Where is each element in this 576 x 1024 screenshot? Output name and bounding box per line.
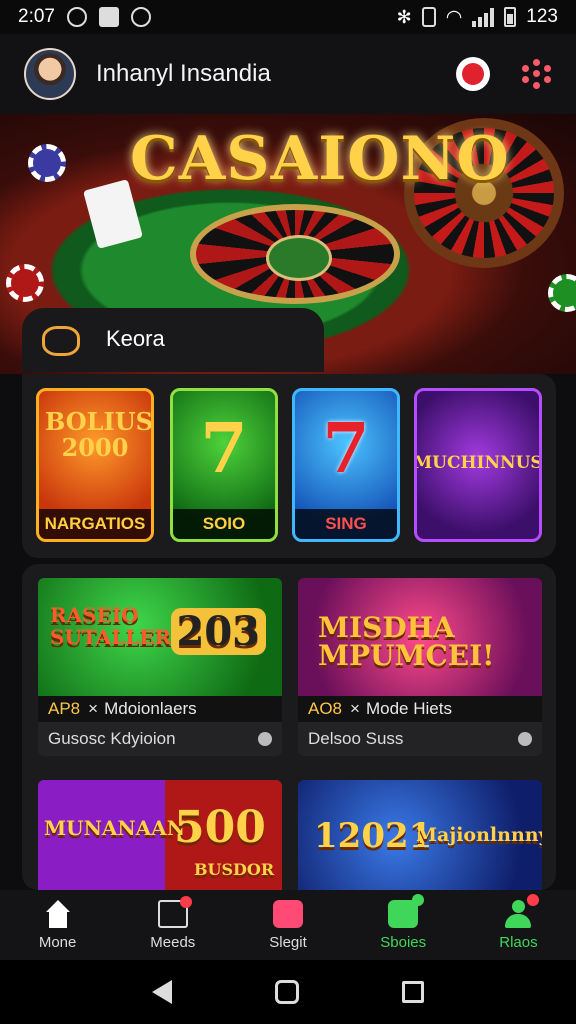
featured-tile[interactable]: BOLIUS 2000 NARGATIOS xyxy=(36,388,154,542)
menu-dots-icon[interactable] xyxy=(522,59,552,89)
crown-icon xyxy=(42,326,80,356)
status-bar: 2:07 ✻ ◠ 123 xyxy=(0,0,576,34)
home-nav-icon[interactable] xyxy=(274,980,299,1004)
games-icon xyxy=(388,893,425,928)
signal-icon xyxy=(472,7,495,27)
featured-tile[interactable]: MUCHINNUS xyxy=(414,388,542,542)
info-icon[interactable] xyxy=(258,732,272,746)
info-icon[interactable] xyxy=(518,732,532,746)
game-card[interactable]: MUNANAAN 500 BUSDOR xyxy=(38,780,282,890)
game-grid: RASEIO SUTALLER 203 AP8 × Mdoionlaers Gus… xyxy=(22,564,556,890)
tab-home[interactable]: Mone xyxy=(0,890,115,960)
app-header: Inhanyl Insandia xyxy=(0,34,576,114)
profile-icon xyxy=(503,893,540,928)
table-wheel-graphic xyxy=(190,204,400,304)
back-icon[interactable] xyxy=(151,980,172,1004)
tab-rlaos[interactable]: Rlaos xyxy=(461,890,576,960)
avatar[interactable] xyxy=(24,48,76,100)
featured-tile[interactable]: 7 SOIO xyxy=(170,388,278,542)
featured-tile[interactable]: 7 SING xyxy=(292,388,400,542)
recents-icon[interactable] xyxy=(402,981,425,1003)
bluetooth-icon: ✻ xyxy=(396,6,412,27)
user-name: Inhanyl Insandia xyxy=(96,60,271,87)
chip-graphic xyxy=(28,144,66,182)
game-art: 12021 Majionlnnnys xyxy=(298,780,542,890)
game-art: MUNANAAN 500 BUSDOR xyxy=(38,780,282,890)
section-label: Keora xyxy=(106,326,165,351)
game-card[interactable]: RASEIO SUTALLER 203 AP8 × Mdoionlaers Gus… xyxy=(38,578,282,756)
wifi-icon: ◠ xyxy=(445,6,463,28)
record-button[interactable] xyxy=(456,57,490,91)
bottom-tab-bar: Mone Meeds Slegit Sboies Rlaos xyxy=(0,890,576,960)
section-tab[interactable]: Keora xyxy=(22,308,324,372)
record-icon xyxy=(462,63,484,85)
game-card[interactable]: 12021 Majionlnnnys xyxy=(298,780,542,890)
alarm-icon xyxy=(66,7,87,27)
chip-graphic xyxy=(6,264,44,302)
tab-meeds[interactable]: Meeds xyxy=(115,890,230,960)
hero-title: CASAIONO xyxy=(130,124,510,194)
game-art: MISDHA MPUMCEI! xyxy=(298,578,542,696)
featured-games: BOLIUS 2000 NARGATIOS 7 SOIO 7 SING MUCH… xyxy=(22,374,556,558)
chip-graphic xyxy=(548,274,576,312)
vibrate-icon xyxy=(421,7,436,27)
game-art: RASEIO SUTALLER 203 xyxy=(38,578,282,696)
app-notification-icon xyxy=(98,7,119,27)
ticket-icon xyxy=(273,899,303,928)
system-nav-bar xyxy=(0,960,576,1024)
tab-slegit[interactable]: Slegit xyxy=(230,890,345,960)
hero-banner[interactable]: CASAIONO Keora xyxy=(0,114,576,374)
clock: 2:07 xyxy=(18,6,55,27)
game-card[interactable]: MISDHA MPUMCEI! AO8 × Mode Hiets Delsoo S… xyxy=(298,578,542,756)
battery-level: 123 xyxy=(526,6,558,27)
home-icon xyxy=(43,899,73,928)
edit-icon xyxy=(157,895,192,928)
battery-icon xyxy=(504,7,517,27)
settings-notification-icon xyxy=(130,7,151,27)
tab-sboies[interactable]: Sboies xyxy=(346,890,461,960)
